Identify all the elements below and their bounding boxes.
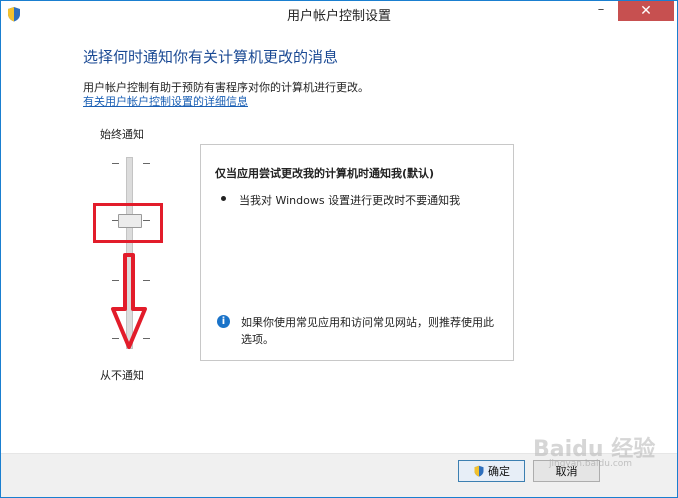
highlight-box bbox=[93, 203, 163, 243]
panel-bullet: 当我对 Windows 设置进行更改时不要通知我 bbox=[239, 194, 461, 207]
slider-tick bbox=[112, 163, 119, 164]
slider-tick bbox=[143, 163, 150, 164]
level-description-panel: 仅当应用尝试更改我的计算机时通知我(默认) 当我对 Windows 设置进行更改… bbox=[200, 144, 514, 361]
details-link[interactable]: 有关用户帐户控制设置的详细信息 bbox=[83, 93, 248, 109]
title-bar: 用户帐户控制设置 – ✕ bbox=[1, 1, 677, 27]
uac-shield-icon bbox=[474, 465, 484, 477]
panel-title: 仅当应用尝试更改我的计算机时通知我(默认) bbox=[215, 167, 435, 180]
window-title: 用户帐户控制设置 bbox=[286, 9, 391, 24]
page-heading: 选择何时通知你有关计算机更改的消息 bbox=[83, 48, 339, 66]
slider-top-label: 始终通知 bbox=[100, 128, 144, 141]
minimize-button[interactable]: – bbox=[587, 1, 615, 21]
ok-button-label: 确定 bbox=[488, 465, 510, 478]
slider-bottom-label: 从不通知 bbox=[100, 369, 144, 382]
down-arrow-annotation bbox=[111, 253, 147, 349]
close-button[interactable]: ✕ bbox=[618, 1, 674, 21]
ok-button[interactable]: 确定 bbox=[458, 460, 525, 482]
panel-info-text: 如果你使用常见应用和访问常见网站，则推荐使用此选项。 bbox=[241, 316, 494, 346]
info-icon: i bbox=[217, 315, 230, 328]
baidu-watermark-url: jingyan.baidu.com bbox=[549, 459, 633, 469]
bullet-icon bbox=[221, 196, 226, 201]
uac-settings-window: 用户帐户控制设置 – ✕ 选择何时通知你有关计算机更改的消息 用户帐户控制有助于… bbox=[0, 0, 678, 498]
